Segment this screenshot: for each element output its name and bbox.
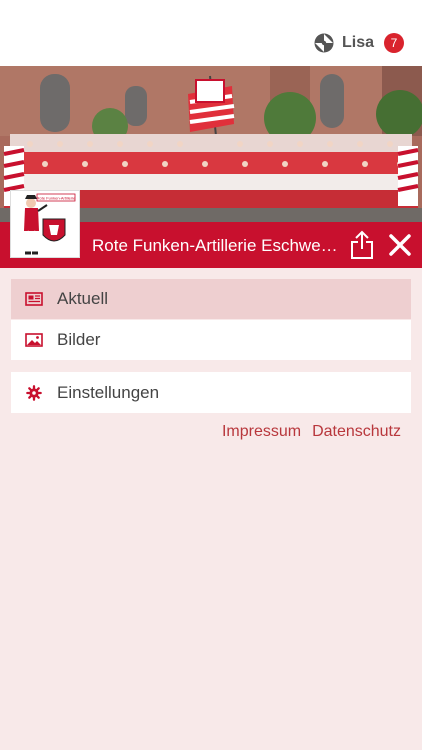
club-logo: Rote Funken-Artillerie — [10, 190, 80, 258]
datenschutz-link[interactable]: Datenschutz — [312, 423, 401, 441]
notification-badge[interactable]: 7 — [384, 33, 404, 53]
menu-item-aktuell[interactable]: Aktuell — [11, 279, 411, 319]
image-icon — [25, 333, 43, 347]
footer-links: Impressum Datenschutz — [222, 423, 401, 441]
menu-item-einstellungen[interactable]: Einstellungen — [11, 372, 411, 413]
impressum-link[interactable]: Impressum — [222, 423, 301, 441]
user-switcher[interactable]: Lisa 7 — [314, 33, 404, 53]
menu-label-aktuell: Aktuell — [57, 289, 109, 308]
primary-menu: Aktuell Bilder — [11, 279, 411, 360]
secondary-menu: Einstellungen — [11, 372, 411, 413]
share-icon[interactable] — [349, 230, 375, 260]
svg-text:Rote Funken-Artillerie: Rote Funken-Artillerie — [37, 196, 76, 201]
newspaper-icon — [25, 292, 43, 306]
gear-icon — [26, 384, 42, 401]
top-bar: Lisa 7 — [0, 0, 422, 66]
account-switch-icon — [314, 33, 334, 53]
menu-label-einstellungen: Einstellungen — [57, 382, 160, 402]
menu-item-bilder[interactable]: Bilder — [11, 320, 411, 360]
user-name: Lisa — [341, 34, 374, 51]
close-icon[interactable] — [386, 231, 414, 259]
club-title: Rote Funken-Artillerie Eschwe… — [92, 236, 338, 255]
menu-label-bilder: Bilder — [57, 330, 101, 349]
